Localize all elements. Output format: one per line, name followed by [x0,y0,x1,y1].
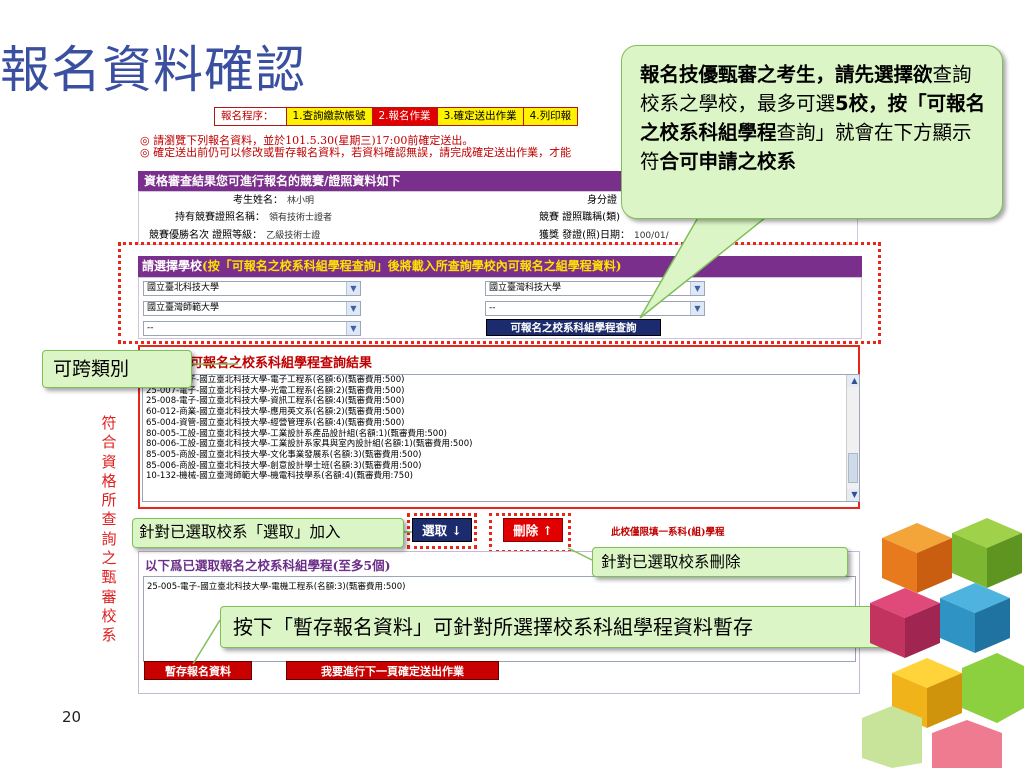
name-label: 考生姓名： [233,195,283,206]
limit-note: 此校僅限填一系科(組)學程 [611,527,725,538]
chevron-down-icon: ▼ [346,302,360,315]
side-vertical-label: 符合資格所查詢之甄審校系 [101,414,117,645]
cert-name-value: 領有技術士證者 [269,213,333,223]
job-label: 競賽 證照職稱(類) [539,212,620,223]
steps-label: 報名程序： [215,108,287,125]
school-dropdown-5[interactable]: -- ▼ [143,321,361,336]
main-instruction-callout: 報名技優甄審之考生，請先選擇欲查詢校系之學校，最多可選5校，按「可報名之校系科組… [621,45,1003,219]
registration-steps: 報名程序： 1.查詢繳款帳號 2.報名作業 3.確定送出作業 4.列印報 [214,107,579,126]
scroll-thumb[interactable] [848,453,858,483]
chosen-heading: 以下爲已選取報名之校系科組學程(至多5個) [145,558,391,573]
list-item[interactable]: 85-005-商設-國立臺北科技大學-文化事業發展系(名額:3)(甄審費用:50… [143,450,859,461]
scroll-down-icon[interactable]: ▼ [847,489,859,501]
list-item[interactable]: 10-132-機械-國立臺灣師範大學-機電科技學系(名額:4)(甄審費用:750… [143,471,859,482]
school-dropdown-3[interactable]: 國立臺灣師範大學 ▼ [143,301,361,316]
date-label: 獲獎 發證(照)日期： [539,230,630,241]
delete-button[interactable]: 刪除 ↑ [503,518,563,542]
query-programs-button[interactable]: 可報名之校系科組學程查詢 [486,319,661,336]
scroll-up-icon[interactable]: ▲ [847,375,859,387]
main-callout-text-1: 報名技優甄審之考生，請先選擇欲 [640,63,933,86]
cert-name-label: 持有競賽證照名稱： [175,212,265,223]
results-scrollbar[interactable]: ▲ ▼ [846,375,859,501]
school-dropdown-2[interactable]: 國立臺灣科技大學 ▼ [485,281,705,296]
list-item[interactable]: 25-005-電子-國立臺北科技大學-電機工程系(名額:3)(甄審費用:500) [147,580,852,592]
select-button[interactable]: 選取 ↓ [412,518,472,542]
chevron-down-icon: ▼ [690,282,704,295]
school-dropdown-2-value: 國立臺灣科技大學 [489,283,562,293]
chevron-down-icon: ▼ [346,282,360,295]
school-select-heading-suffix: 組學程資料) [555,259,622,273]
name-value: 林小明 [287,196,315,206]
slide-title: 報名資料確認 [0,41,306,99]
school-dropdown-1-value: 國立臺北科技大學 [147,283,220,293]
school-dropdown-4[interactable]: -- ▼ [485,301,705,316]
notice-line-2: ◎ 確定送出前仍可以修改或暫存報名資料，若資料確認無誤，請完成確定送出作業，才能 [140,146,572,159]
notice-text: ◎ 請瀏覽下列報名資料，並於101.5.30(星期三)17:00前確定送出。 ◎… [140,135,571,159]
step-2[interactable]: 2.報名作業 [372,108,438,125]
select-hint-callout: 針對已選取校系「選取」加入 [132,518,404,548]
list-item[interactable]: 60-012-商業-國立臺北科技大學-應用英文系(名額:2)(甄審費用:500) [143,407,859,418]
school-select-heading-prefix: 請選擇學校 [142,259,203,273]
chevron-down-icon: ▼ [690,302,704,315]
page-number: 20 [62,708,82,726]
main-callout-text-5: 合可申請之校系 [659,150,797,173]
results-heading: 可報名之校系科組學程查詢結果 [190,356,373,371]
cross-category-callout: 可跨類別 [42,350,192,388]
id-label: 身分證 [587,195,617,206]
rank-label: 競賽優勝名次 證照等級： [149,230,263,241]
chevron-down-icon: ▼ [346,322,360,335]
list-item[interactable]: 25-006-電子-國立臺北科技大學-電子工程系(名額:6)(甄審費用:500) [143,375,859,386]
step-4[interactable]: 4.列印報 [523,108,578,125]
delete-hint-callout: 針對已選取校系刪除 [592,547,848,577]
school-select-heading: 請選擇學校(按「可報名之校系科組學程查詢」後將載入所查詢學校內可報名之組學程資料… [138,256,862,277]
list-item[interactable]: 65-004-資管-國立臺北科技大學-經營管理系(名額:4)(甄審費用:500) [143,418,859,429]
list-item[interactable]: 80-005-工設-國立臺北科技大學-工業設計系產品設計組(名額:1)(甄審費用… [143,429,859,440]
save-hint-callout: 按下「暫存報名資料」可針對所選擇校系科組學程資料暫存 [220,606,914,648]
save-draft-button[interactable]: 暫存報名資料 [144,661,252,680]
decorative-cubes-image [862,518,1024,768]
cube-stack [862,518,1024,768]
results-listbox[interactable]: 25-006-電子-國立臺北科技大學-電子工程系(名額:6)(甄審費用:500)… [142,374,860,502]
school-select-heading-note: (按「可報名之校系科組學程查詢」後將載入所查詢學校內可報名之 [202,259,556,273]
step-3[interactable]: 3.確定送出作業 [437,108,524,125]
school-dropdown-5-value: -- [147,323,154,333]
candidate-name-row: 考生姓名： 林小明 [233,193,314,209]
school-dropdown-1[interactable]: 國立臺北科技大學 ▼ [143,281,361,296]
school-dropdown-4-value: -- [489,303,496,313]
list-item[interactable]: 80-006-工設-國立臺北科技大學-工業設計系家具與室內設計組(名額:1)(甄… [143,439,859,450]
list-item[interactable]: 85-006-商設-國立臺北科技大學-創意設計學士班(名額:3)(甄審費用:50… [143,461,859,472]
cert-name-row: 持有競賽證照名稱： 領有技術士證者 [175,210,332,226]
rank-value: 乙級技術士證 [266,231,321,241]
list-item[interactable]: 25-007-電子-國立臺北科技大學-光電工程系(名額:2)(甄審費用:500) [143,386,859,397]
list-item[interactable]: 25-008-電子-國立臺北科技大學-資訊工程系(名額:4)(甄審費用:500) [143,396,859,407]
next-page-button[interactable]: 我要進行下一頁確定送出作業 [286,661,499,680]
school-dropdown-3-value: 國立臺灣師範大學 [147,303,220,313]
date-value: 100/01/ [633,231,669,241]
step-1[interactable]: 1.查詢繳款帳號 [286,108,373,125]
